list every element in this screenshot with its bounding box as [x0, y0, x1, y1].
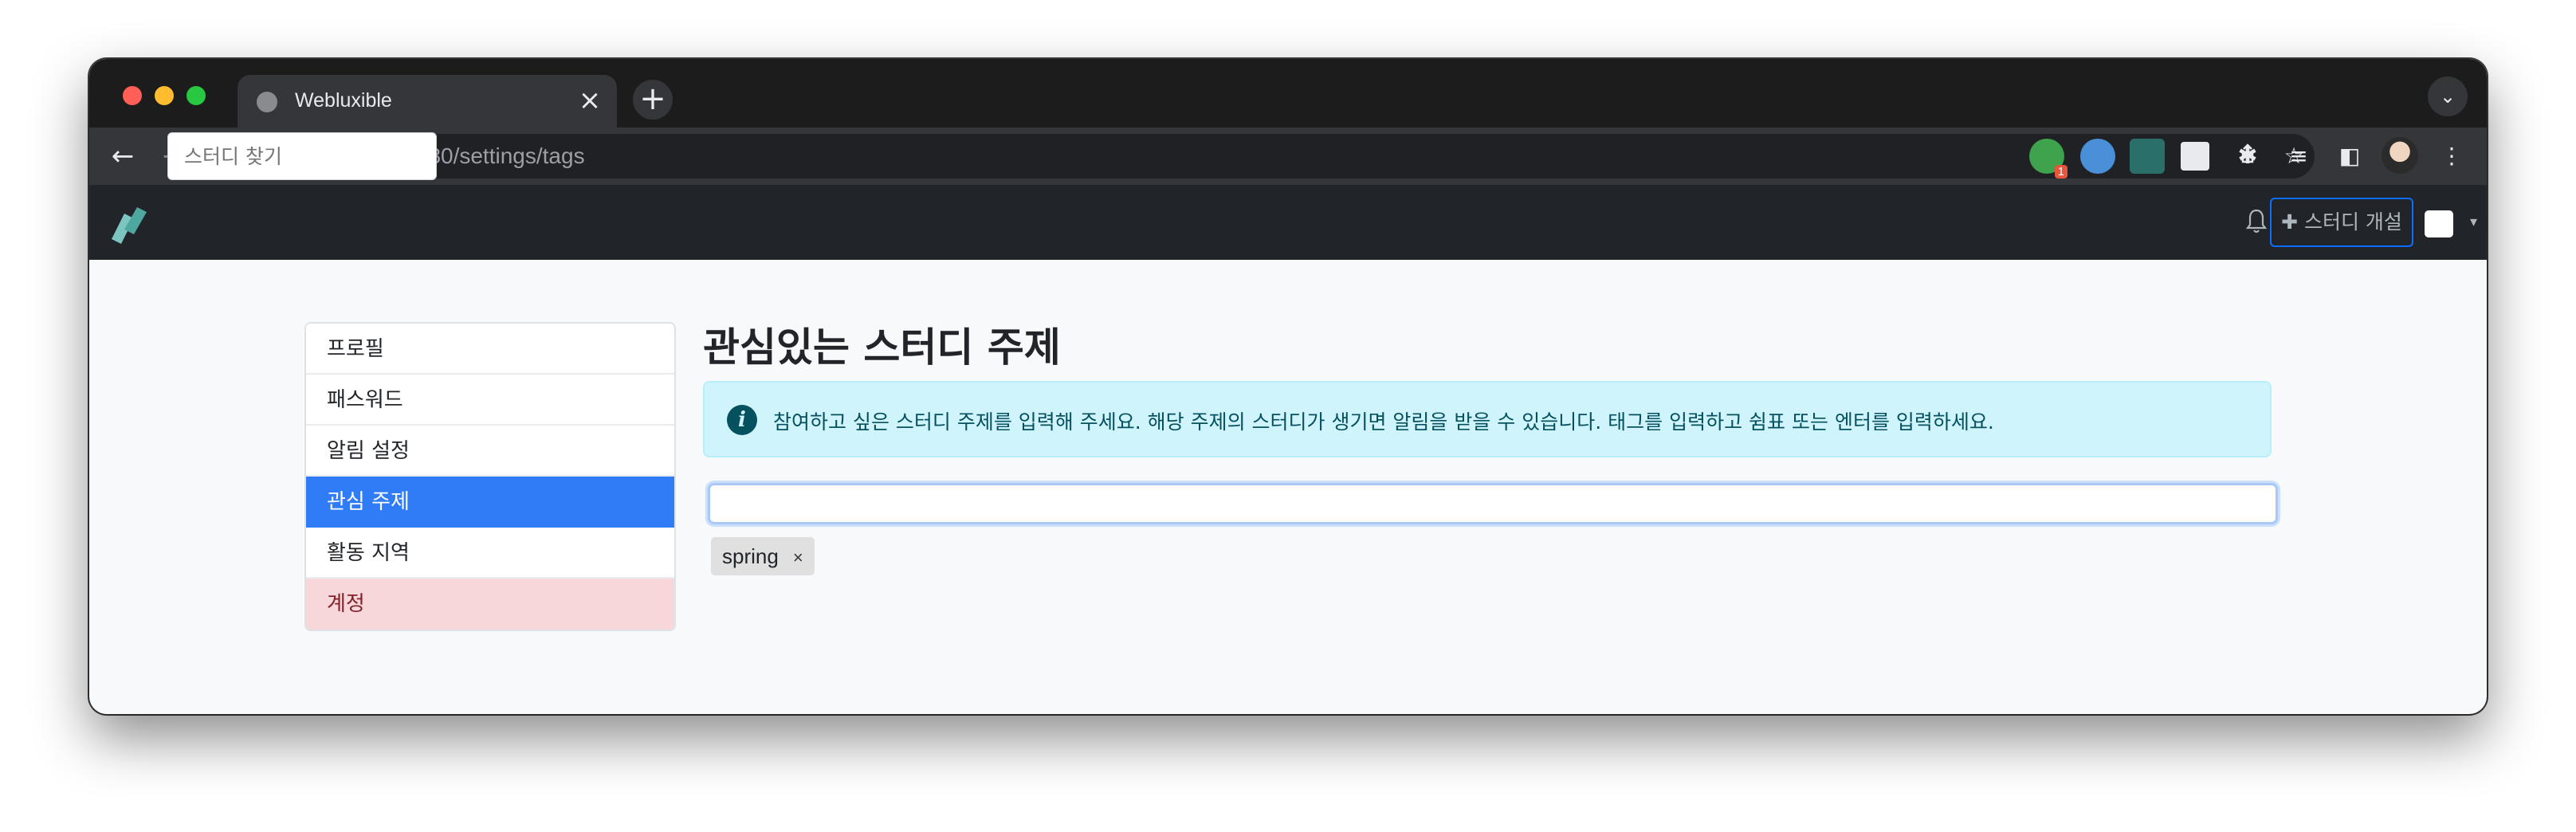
- open-study-button[interactable]: ✚ 스터디 개설: [2270, 198, 2413, 247]
- sidebar-item-password[interactable]: 패스워드: [306, 375, 674, 426]
- tab-close-icon[interactable]: ×: [575, 84, 604, 116]
- app-logo[interactable]: [107, 202, 150, 245]
- menu-kebab-icon[interactable]: ⋮: [2437, 142, 2466, 171]
- app-navbar: [89, 185, 2487, 260]
- browser-tab[interactable]: Webluxible ×: [238, 75, 617, 128]
- extension-badge: 1: [2054, 165, 2067, 179]
- bell-icon[interactable]: [2244, 206, 2268, 237]
- side-panel-icon[interactable]: ◧: [2335, 142, 2364, 171]
- sidebar-item-profile[interactable]: 프로필: [306, 324, 674, 375]
- close-window-button[interactable]: [123, 86, 142, 105]
- qr-code-icon[interactable]: [2181, 142, 2209, 171]
- search-input[interactable]: [167, 132, 437, 180]
- address-bar[interactable]: i localhost:8080/settings/tags ☆: [258, 134, 2315, 179]
- profile-avatar[interactable]: [2382, 137, 2418, 174]
- browser-window: Webluxible × + ⌄ ← → ↻ i localhost:8080/…: [89, 59, 2487, 714]
- tag-label: spring: [722, 544, 779, 568]
- sidebar-item-tags[interactable]: 관심 주제: [306, 477, 674, 528]
- sidebar-item-account[interactable]: 계정: [306, 579, 674, 630]
- extensions-puzzle-icon[interactable]: ✱: [2233, 142, 2262, 171]
- minimize-window-button[interactable]: [155, 86, 174, 105]
- tab-strip: Webluxible × + ⌄: [89, 59, 2487, 128]
- media-queue-icon[interactable]: ≡: [2284, 142, 2313, 171]
- tag-input[interactable]: [708, 483, 2278, 524]
- browser-toolbar: ← → ↻ i localhost:8080/settings/tags ☆ 1…: [89, 128, 2487, 185]
- tab-title: Webluxible: [295, 89, 392, 112]
- extension-icon[interactable]: [2130, 139, 2165, 174]
- sidebar-item-notifications[interactable]: 알림 설정: [306, 426, 674, 477]
- globe-icon: [257, 92, 277, 112]
- extension-icon[interactable]: 1: [2029, 139, 2067, 179]
- new-tab-button[interactable]: +: [633, 80, 673, 120]
- chevron-down-icon[interactable]: ▾: [2470, 214, 2477, 230]
- extension-icon[interactable]: [2080, 139, 2115, 174]
- info-alert: i 참여하고 싶은 스터디 주제를 입력해 주세요. 해당 주제의 스터디가 생…: [703, 381, 2272, 457]
- sidebar-item-zones[interactable]: 활동 지역: [306, 528, 674, 579]
- tab-search-button[interactable]: ⌄: [2428, 77, 2468, 116]
- alert-text: 참여하고 싶은 스터디 주제를 입력해 주세요. 해당 주제의 스터디가 생기면…: [773, 410, 1994, 434]
- back-arrow-icon[interactable]: ←: [104, 137, 142, 175]
- tag-remove-icon[interactable]: ×: [793, 547, 803, 567]
- settings-sidebar: 프로필 패스워드 알림 설정 관심 주제 활동 지역 계정: [304, 322, 676, 631]
- user-avatar[interactable]: [2425, 210, 2453, 237]
- tag-chip: spring ×: [711, 537, 815, 575]
- page-title: 관심있는 스터디 주제: [703, 324, 1061, 371]
- info-circle-icon: i: [727, 405, 757, 435]
- maximize-window-button[interactable]: [187, 86, 206, 105]
